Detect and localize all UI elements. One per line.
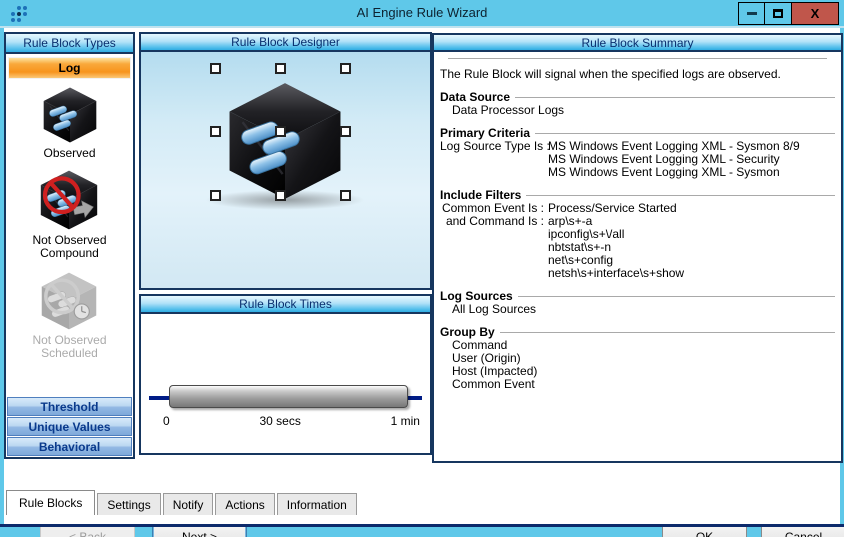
bottom-frame-line	[0, 524, 844, 527]
summary-intro-text: The Rule Block will signal when the spec…	[440, 68, 835, 81]
maximize-button[interactable]	[765, 2, 792, 25]
rule-block-type-label: Not Observed Compound	[32, 234, 106, 260]
minimize-icon	[747, 12, 757, 15]
selected-rule-block-cube[interactable]	[225, 82, 345, 200]
rule-block-type-not-observed-compound[interactable]: Not Observed Compound	[32, 170, 106, 260]
rule-block-designer-panel: Rule Block Designer	[139, 32, 432, 290]
observed-cube-icon	[41, 87, 99, 143]
title-bar: AI Engine Rule Wizard X	[0, 0, 844, 28]
selection-handle[interactable]	[275, 126, 286, 137]
tab-actions[interactable]: Actions	[215, 493, 274, 515]
summary-value: All Log Sources	[452, 303, 835, 316]
summary-sections: Data SourceData Processor LogsPrimary Cr…	[440, 91, 835, 391]
rule-block-type-label: Not Observed Scheduled	[32, 334, 106, 360]
category-button-unique-values[interactable]: Unique Values	[7, 417, 132, 436]
category-button-threshold[interactable]: Threshold	[7, 397, 132, 416]
log-category-button[interactable]: Log	[8, 57, 131, 79]
summary-row: All Log Sources	[440, 303, 835, 316]
dialog-body: Rule Block Types Log Observed	[4, 28, 840, 524]
rule-block-types-header: Rule Block Types	[6, 34, 133, 54]
time-tick-label: 1 min	[391, 414, 420, 428]
rule-block-type-list: Observed Not Observed Compound	[6, 81, 133, 396]
selection-handle[interactable]	[210, 190, 221, 201]
tab-notify[interactable]: Notify	[163, 493, 214, 515]
minimize-button[interactable]	[738, 2, 765, 25]
summary-row: Data Processor Logs	[440, 104, 835, 117]
time-tick-label: 0	[163, 414, 170, 428]
tab-rule-blocks[interactable]: Rule Blocks	[6, 490, 95, 515]
summary-body: The Rule Block will signal when the spec…	[434, 52, 841, 461]
category-button-group: ThresholdUnique ValuesBehavioral	[6, 396, 133, 457]
rule-block-designer-header: Rule Block Designer	[141, 34, 430, 52]
summary-row-label: and Command Is :	[440, 215, 544, 280]
summary-value: netsh\s+interface\s+show	[548, 267, 835, 280]
maximize-icon	[773, 9, 783, 18]
rule-block-summary-header: Rule Block Summary	[434, 35, 841, 52]
summary-value: Data Processor Logs	[452, 104, 835, 117]
times-body: 0 30 secs 1 min	[141, 314, 430, 453]
selection-handle[interactable]	[340, 190, 351, 201]
rule-block-types-panel: Rule Block Types Log Observed	[4, 32, 135, 459]
selection-handle[interactable]	[210, 126, 221, 137]
not-observed-cube-icon	[37, 170, 101, 230]
summary-row: CommandUser (Origin)Host (Impacted)Commo…	[440, 339, 835, 391]
rule-block-type-label: Observed	[43, 147, 95, 160]
summary-value: MS Windows Event Logging XML - Sysmon	[548, 166, 835, 179]
rule-block-times-panel: Rule Block Times 0 30 secs 1 min	[139, 294, 432, 455]
summary-divider	[448, 58, 827, 60]
rule-block-summary-panel: Rule Block Summary The Rule Block will s…	[432, 33, 843, 463]
time-slider-thumb[interactable]	[169, 385, 408, 408]
summary-row-label: Log Source Type Is :	[440, 140, 544, 179]
ai-engine-rule-wizard-window: AI Engine Rule Wizard X Rule Block Types…	[0, 0, 844, 537]
summary-value: Common Event	[452, 378, 835, 391]
designer-canvas[interactable]	[141, 52, 430, 288]
close-button[interactable]: X	[792, 2, 839, 25]
selection-handle[interactable]	[210, 63, 221, 74]
window-title: AI Engine Rule Wizard	[0, 5, 844, 20]
wizard-tab-bar: Rule BlocksSettingsNotifyActionsInformat…	[6, 490, 359, 515]
rule-block-times-header: Rule Block Times	[141, 296, 430, 314]
summary-row: and Command Is :arp\s+-aipconfig\s+\/all…	[440, 215, 835, 280]
selection-handle[interactable]	[275, 190, 286, 201]
summary-row: Log Source Type Is : MS Windows Event Log…	[440, 140, 835, 179]
tab-information[interactable]: Information	[277, 493, 357, 515]
tab-settings[interactable]: Settings	[97, 493, 160, 515]
selection-handle[interactable]	[275, 63, 286, 74]
time-tick-label: 30 secs	[259, 414, 300, 428]
not-observed-scheduled-cube-icon	[38, 272, 100, 330]
rule-block-type-not-observed-scheduled[interactable]: Not Observed Scheduled	[32, 272, 106, 360]
selection-handle[interactable]	[340, 126, 351, 137]
rule-block-type-observed[interactable]: Observed	[41, 87, 99, 160]
selection-handle[interactable]	[340, 63, 351, 74]
time-slider-ticks: 0 30 secs 1 min	[141, 414, 430, 428]
category-button-behavioral[interactable]: Behavioral	[7, 437, 132, 456]
